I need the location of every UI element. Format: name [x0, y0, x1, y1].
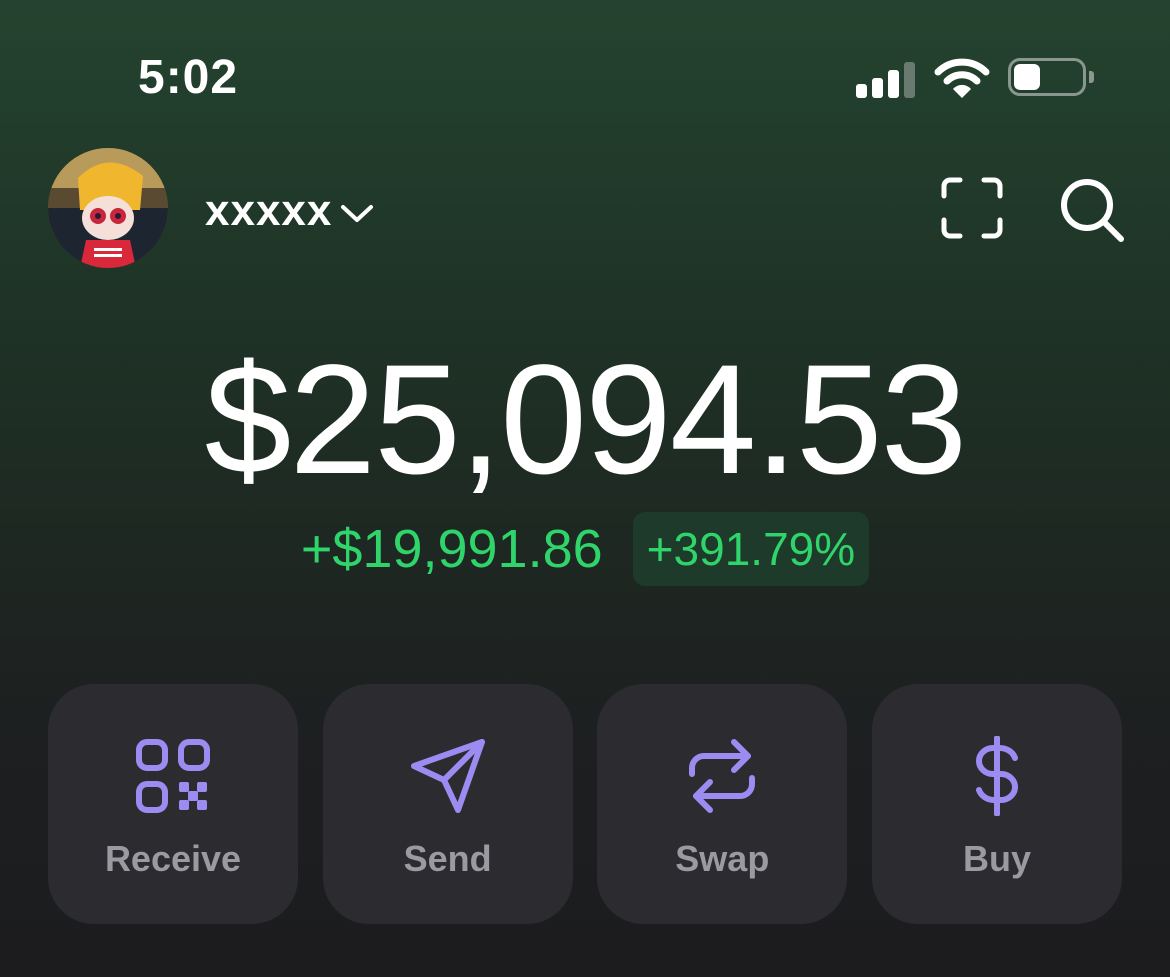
header: xxxxx — [0, 140, 1170, 280]
avatar[interactable] — [48, 148, 168, 268]
buy-button[interactable]: Buy — [871, 684, 1122, 924]
send-icon — [408, 736, 488, 816]
portfolio-change: +$19,991.86 +391.79% — [0, 512, 1170, 586]
swap-icon — [682, 736, 762, 816]
receive-label: Receive — [104, 838, 242, 879]
portfolio-balance: $25,094.53 — [204, 333, 968, 507]
account-name: xxxxx — [205, 186, 333, 235]
action-buttons: Receive Send Swap Buy — [48, 684, 1122, 924]
change-percent-badge: +391.79% — [632, 512, 870, 586]
dollar-icon — [957, 735, 1037, 817]
status-bar: 5:02 — [0, 0, 1170, 150]
send-button[interactable]: Send — [322, 684, 573, 924]
search-icon[interactable] — [1058, 176, 1126, 244]
wifi-icon — [934, 58, 990, 100]
buy-label: Buy — [962, 838, 1031, 879]
receive-button[interactable]: Receive — [48, 684, 298, 924]
swap-button[interactable]: Swap — [597, 684, 848, 924]
status-time: 5:02 — [138, 51, 239, 104]
scan-icon[interactable] — [940, 176, 1004, 240]
swap-label: Swap — [675, 838, 770, 879]
send-label: Send — [403, 838, 492, 879]
battery-icon — [1008, 58, 1094, 98]
change-amount: +$19,991.86 — [300, 519, 603, 579]
cellular-signal-icon — [856, 58, 916, 98]
account-switcher[interactable]: xxxxx — [205, 186, 374, 236]
chevron-down-icon — [340, 186, 374, 236]
qr-code-icon — [133, 736, 213, 816]
